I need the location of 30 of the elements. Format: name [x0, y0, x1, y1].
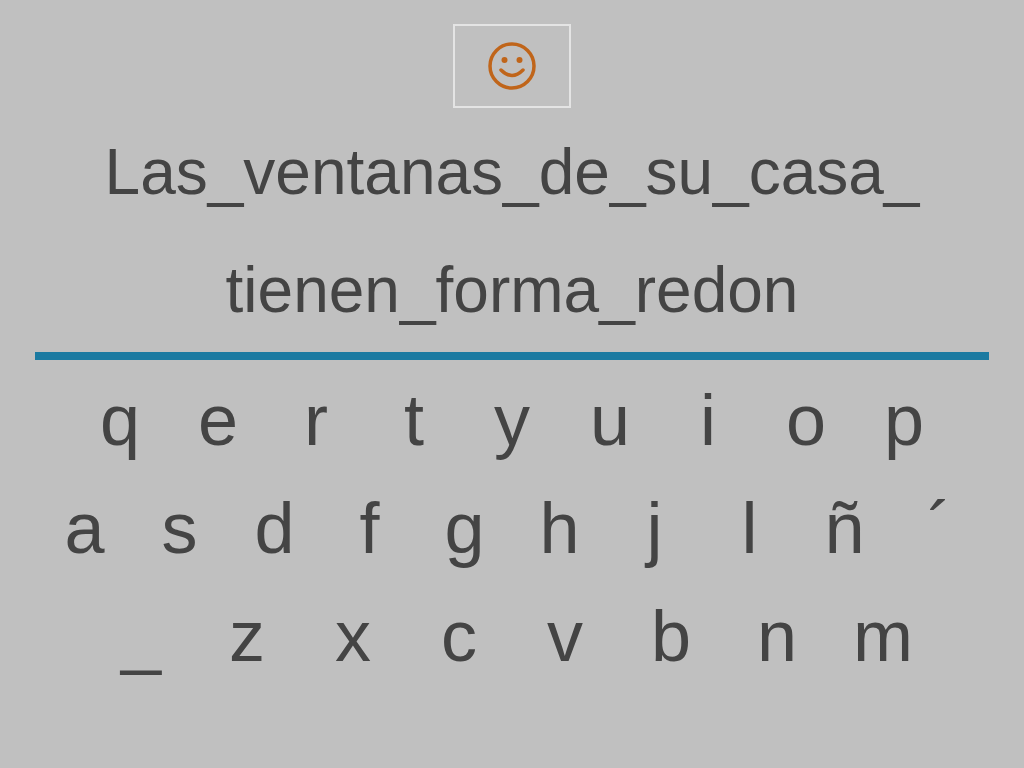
letter-key[interactable]: s	[132, 490, 227, 566]
letter-key[interactable]: c	[406, 598, 512, 674]
letter-key[interactable]: b	[618, 598, 724, 674]
sentence-line: tienen_forma_redon	[225, 254, 799, 326]
sentence-line: Las_ventanas_de_su_casa_	[104, 136, 920, 208]
letter-key[interactable]: x	[300, 598, 406, 674]
letter-key[interactable]: i	[659, 382, 757, 458]
letter-key[interactable]: o	[757, 382, 855, 458]
letter-key[interactable]: v	[512, 598, 618, 674]
letter-key[interactable]: z	[194, 598, 300, 674]
letter-key[interactable]: y	[463, 382, 561, 458]
letter-key[interactable]: d	[227, 490, 322, 566]
letter-key[interactable]: q	[71, 382, 169, 458]
letter-key[interactable]: g	[417, 490, 512, 566]
letter-key[interactable]: m	[830, 598, 936, 674]
letter-key[interactable]: ´	[892, 490, 987, 566]
letter-key[interactable]: _	[88, 598, 194, 674]
letter-key[interactable]: h	[512, 490, 607, 566]
letter-key[interactable]: j	[607, 490, 702, 566]
letter-key[interactable]: r	[267, 382, 365, 458]
letter-key[interactable]: a	[37, 490, 132, 566]
letter-key[interactable]: p	[855, 382, 953, 458]
letter-key[interactable]: ñ	[797, 490, 892, 566]
letter-key[interactable]: f	[322, 490, 417, 566]
letter-key[interactable]: n	[724, 598, 830, 674]
letter-key[interactable]: u	[561, 382, 659, 458]
smiley-icon	[487, 41, 537, 91]
letter-key[interactable]: t	[365, 382, 463, 458]
letter-key[interactable]: l	[702, 490, 797, 566]
letter-key[interactable]: e	[169, 382, 267, 458]
